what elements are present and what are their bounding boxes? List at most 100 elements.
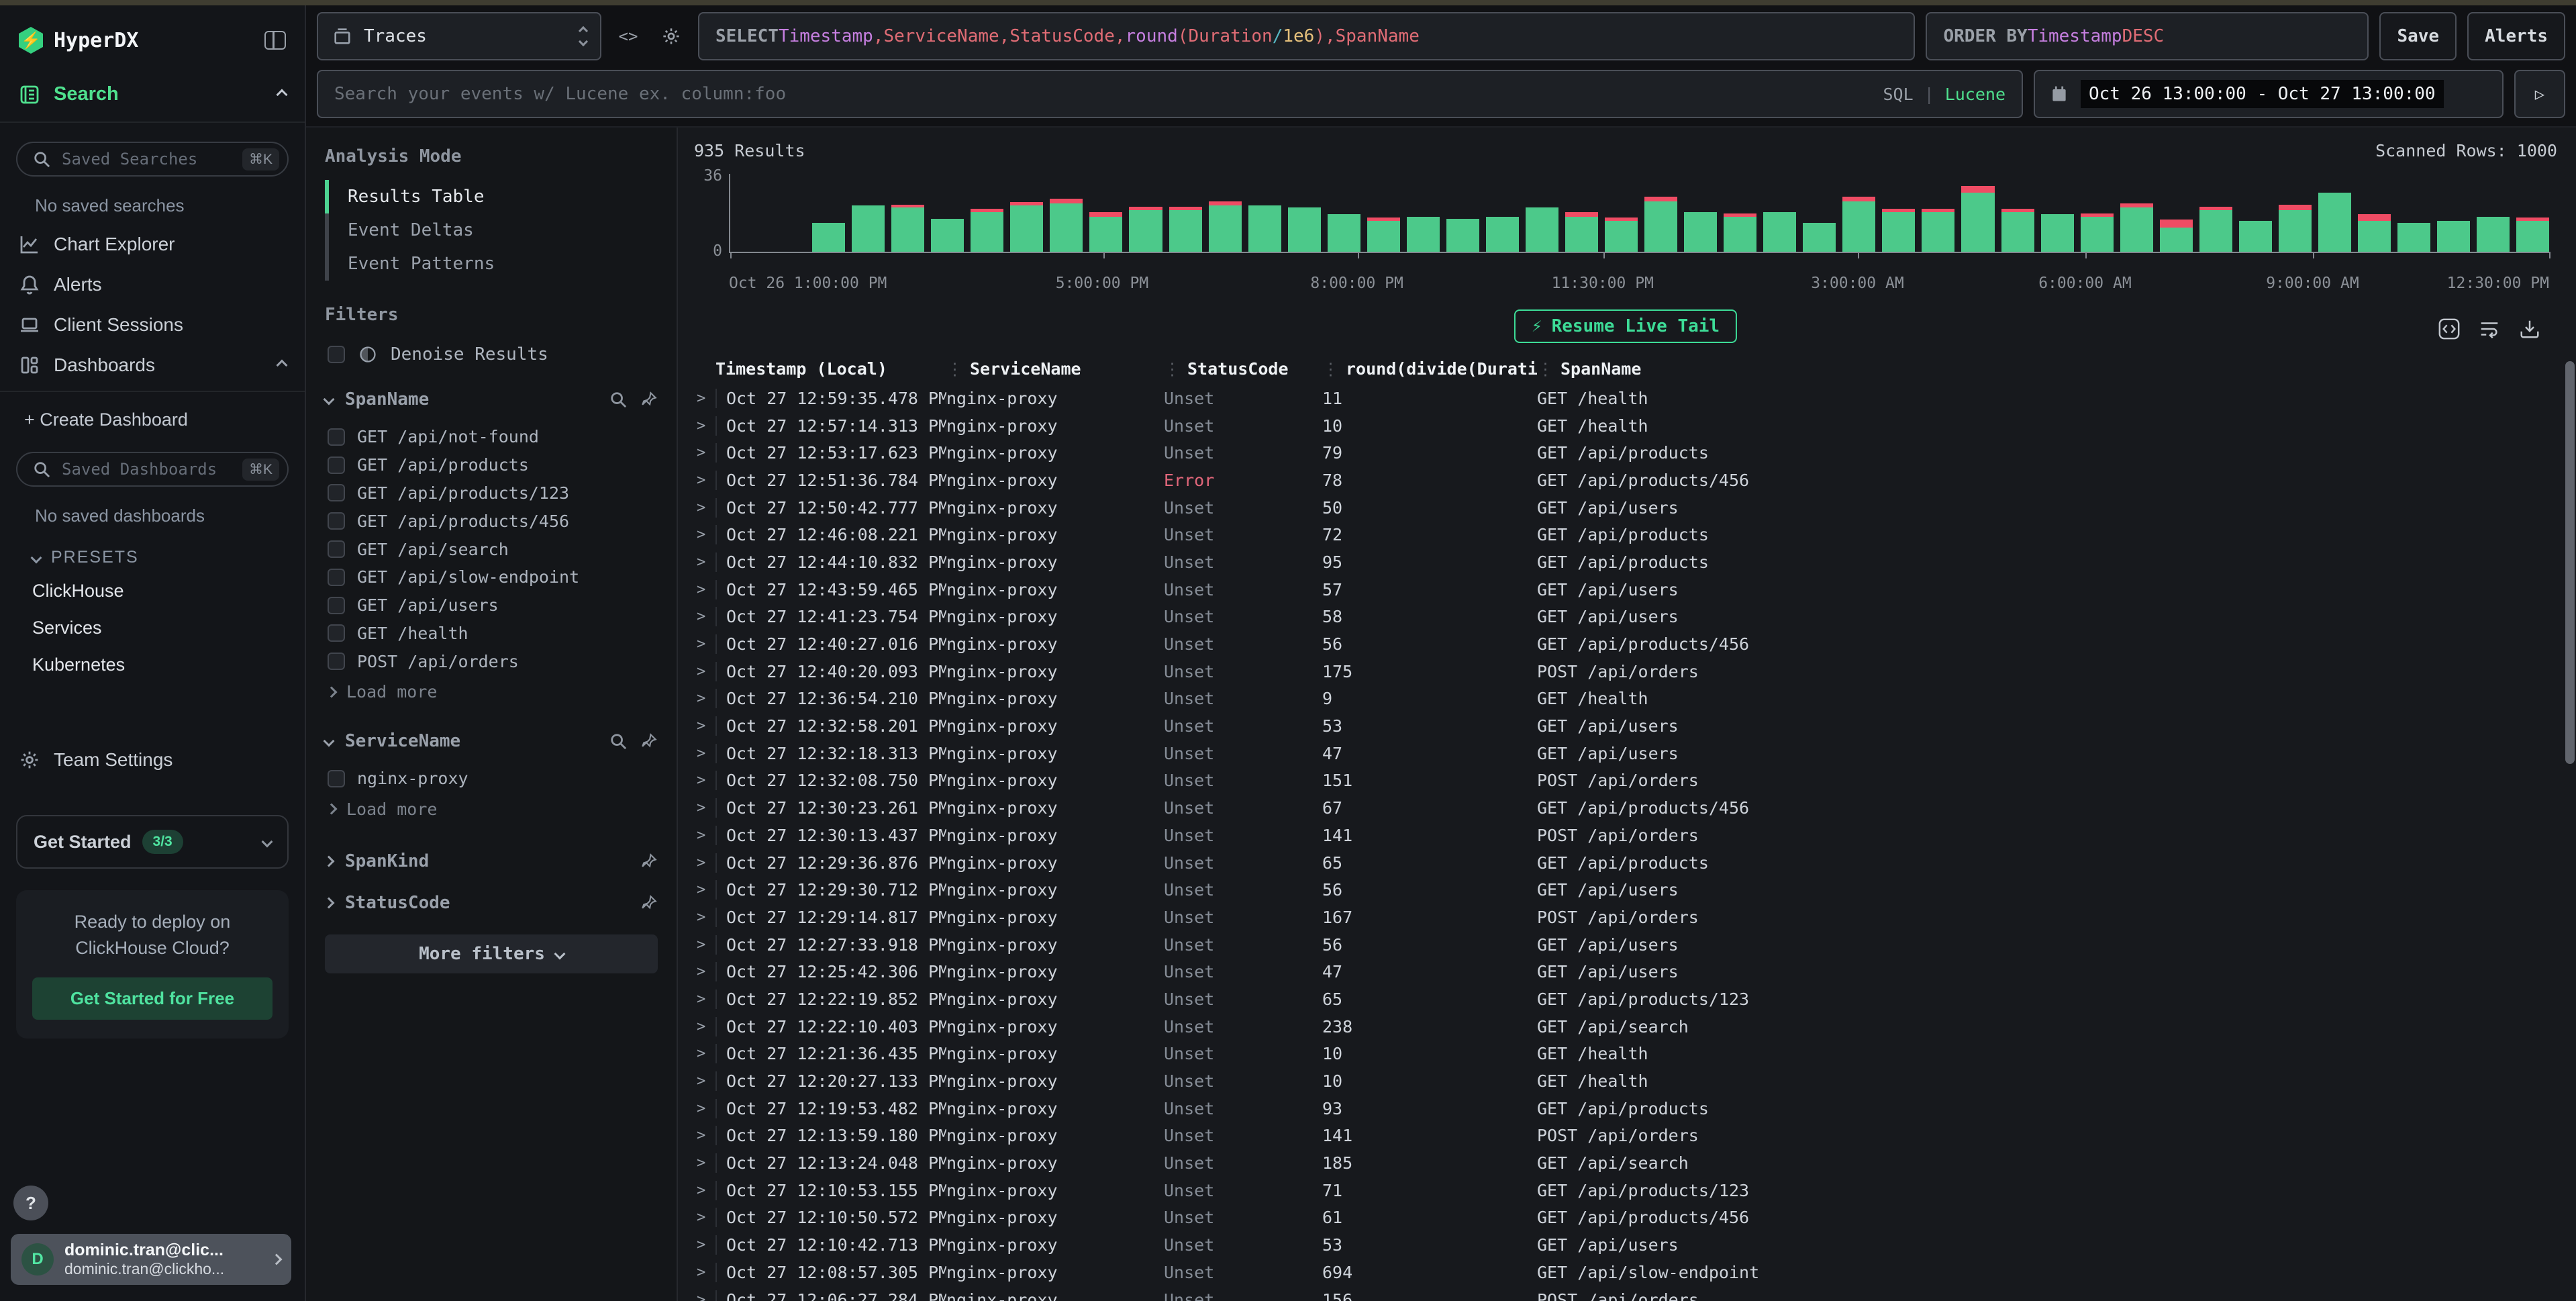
sidebar-item-search[interactable]: Search — [0, 73, 305, 123]
histogram-bar[interactable] — [2437, 221, 2470, 252]
histogram-bar[interactable] — [1961, 186, 1994, 252]
checkbox[interactable] — [328, 346, 345, 363]
row-expand-chevron[interactable]: > — [694, 444, 715, 461]
table-row[interactable]: >Oct 27 12:32:58.201 PMnginx-proxyUnset5… — [694, 712, 2557, 740]
view-source-icon[interactable] — [2438, 318, 2461, 340]
table-row[interactable]: >Oct 27 12:32:18.313 PMnginx-proxyUnset4… — [694, 740, 2557, 767]
table-row[interactable]: >Oct 27 12:19:53.482 PMnginx-proxyUnset9… — [694, 1095, 2557, 1122]
table-row[interactable]: >Oct 27 12:40:20.093 PMnginx-proxyUnset1… — [694, 658, 2557, 685]
row-expand-chevron[interactable]: > — [694, 390, 715, 407]
filter-option[interactable]: GET /api/products — [325, 451, 658, 479]
column-header[interactable]: ⋮round(divide(Duration, — [1322, 359, 1537, 379]
histogram-bar[interactable] — [1010, 202, 1043, 252]
checkbox[interactable] — [328, 569, 345, 586]
table-row[interactable]: >Oct 27 12:13:24.048 PMnginx-proxyUnset1… — [694, 1149, 2557, 1177]
row-expand-chevron[interactable]: > — [694, 1100, 715, 1117]
row-expand-chevron[interactable]: > — [694, 963, 715, 980]
row-expand-chevron[interactable]: > — [694, 581, 715, 598]
table-row[interactable]: >Oct 27 12:27:33.918 PMnginx-proxyUnset5… — [694, 931, 2557, 959]
help-button[interactable]: ? — [13, 1186, 48, 1220]
alerts-button[interactable]: Alerts — [2467, 12, 2565, 60]
histogram-bar[interactable] — [1446, 219, 1479, 252]
row-expand-chevron[interactable]: > — [694, 827, 715, 844]
histogram-bar[interactable] — [1169, 207, 1202, 252]
filter-option[interactable]: GET /api/products/456 — [325, 507, 658, 535]
row-expand-chevron[interactable]: > — [694, 554, 715, 571]
row-expand-chevron[interactable]: > — [694, 472, 715, 489]
column-header[interactable]: Timestamp (Local) — [715, 359, 946, 379]
sidebar-item-preset[interactable]: Services — [0, 610, 305, 646]
histogram-bar[interactable] — [1803, 223, 1836, 252]
table-row[interactable]: >Oct 27 12:21:36.435 PMnginx-proxyUnset1… — [694, 1041, 2557, 1068]
row-expand-chevron[interactable]: > — [694, 718, 715, 734]
table-row[interactable]: >Oct 27 12:29:14.817 PMnginx-proxyUnset1… — [694, 904, 2557, 931]
denoise-results-toggle[interactable]: Denoise Results — [328, 344, 658, 365]
run-query-button[interactable]: ▷ — [2514, 70, 2565, 118]
presets-toggle[interactable]: PRESETS — [0, 534, 305, 573]
histogram-bar[interactable] — [1882, 209, 1915, 252]
table-row[interactable]: >Oct 27 12:30:23.261 PMnginx-proxyUnset6… — [694, 794, 2557, 822]
sidebar-collapse-icon[interactable] — [264, 31, 286, 50]
table-row[interactable]: >Oct 27 12:30:13.437 PMnginx-proxyUnset1… — [694, 822, 2557, 849]
search-input[interactable]: Search your events w/ Lucene ex. column:… — [317, 70, 2023, 118]
table-row[interactable]: >Oct 27 12:22:10.403 PMnginx-proxyUnset2… — [694, 1013, 2557, 1041]
date-range-picker[interactable]: Oct 26 13:00:00 - Oct 27 13:00:00 — [2034, 70, 2504, 118]
histogram-bar[interactable] — [1288, 207, 1321, 252]
row-expand-chevron[interactable]: > — [694, 1292, 715, 1301]
code-toggle-icon[interactable]: <> — [612, 20, 644, 52]
histogram-bar[interactable] — [2239, 221, 2272, 252]
get-started-free-button[interactable]: Get Started for Free — [32, 977, 273, 1020]
filter-option[interactable]: GET /api/users — [325, 591, 658, 620]
row-expand-chevron[interactable]: > — [694, 418, 715, 434]
filter-section-statuscode[interactable]: StatusCode — [325, 893, 658, 913]
sidebar-item-preset[interactable]: Kubernetes — [0, 646, 305, 683]
user-menu[interactable]: D dominic.tran@clic... dominic.tran@clic… — [11, 1234, 291, 1285]
histogram-bar[interactable] — [2397, 223, 2430, 252]
pin-icon[interactable] — [640, 894, 658, 912]
sidebar-item-chart-explorer[interactable]: Chart Explorer — [0, 224, 305, 264]
results-histogram[interactable]: 360 — [694, 174, 2549, 267]
row-expand-chevron[interactable]: > — [694, 1237, 715, 1253]
table-row[interactable]: >Oct 27 12:08:57.305 PMnginx-proxyUnset6… — [694, 1259, 2557, 1286]
table-row[interactable]: >Oct 27 12:25:42.306 PMnginx-proxyUnset4… — [694, 958, 2557, 985]
checkbox[interactable] — [328, 540, 345, 558]
analysis-mode-option[interactable]: Results Table — [325, 180, 658, 213]
table-row[interactable]: >Oct 27 12:43:59.465 PMnginx-proxyUnset5… — [694, 576, 2557, 604]
histogram-bar[interactable] — [931, 219, 964, 252]
filter-section-servicename[interactable]: ServiceName — [325, 731, 658, 751]
column-header[interactable]: ⋮SpanName — [1537, 359, 2557, 379]
get-started-toggle[interactable]: Get Started 3/3 — [16, 815, 289, 869]
row-expand-chevron[interactable]: > — [694, 800, 715, 816]
checkbox[interactable] — [328, 512, 345, 530]
filter-section-spanname[interactable]: SpanName — [325, 389, 658, 409]
create-dashboard-button[interactable]: + Create Dashboard — [0, 397, 305, 438]
table-row[interactable]: >Oct 27 12:06:27.284 PMnginx-proxyUnset1… — [694, 1286, 2557, 1301]
column-drag-handle[interactable]: ⋮ — [1537, 359, 1551, 379]
histogram-bar[interactable] — [891, 205, 924, 252]
checkbox[interactable] — [328, 770, 345, 787]
row-expand-chevron[interactable]: > — [694, 745, 715, 762]
histogram-bar[interactable] — [2160, 220, 2193, 252]
checkbox[interactable] — [328, 597, 345, 614]
histogram-bar[interactable] — [2199, 207, 2232, 252]
row-expand-chevron[interactable]: > — [694, 663, 715, 680]
table-row[interactable]: >Oct 27 12:22:19.852 PMnginx-proxyUnset6… — [694, 985, 2557, 1013]
histogram-bar[interactable] — [1922, 209, 1954, 252]
histogram-bar[interactable] — [1763, 212, 1796, 252]
more-filters-button[interactable]: More filters — [325, 934, 658, 973]
histogram-bar[interactable] — [1526, 207, 1558, 252]
gear-icon[interactable] — [655, 20, 687, 52]
table-row[interactable]: >Oct 27 12:32:08.750 PMnginx-proxyUnset1… — [694, 767, 2557, 795]
table-row[interactable]: >Oct 27 12:29:30.712 PMnginx-proxyUnset5… — [694, 876, 2557, 904]
row-expand-chevron[interactable]: > — [694, 881, 715, 898]
pin-icon[interactable] — [640, 391, 658, 408]
checkbox[interactable] — [328, 428, 345, 446]
histogram-bar[interactable] — [1328, 214, 1360, 252]
sidebar-item-alerts[interactable]: Alerts — [0, 264, 305, 305]
filter-search-icon[interactable] — [609, 732, 627, 750]
row-expand-chevron[interactable]: > — [694, 909, 715, 926]
table-row[interactable]: >Oct 27 12:59:35.478 PMnginx-proxyUnset1… — [694, 385, 2557, 412]
sidebar-item-preset[interactable]: ClickHouse — [0, 573, 305, 610]
table-row[interactable]: >Oct 27 12:57:14.313 PMnginx-proxyUnset1… — [694, 412, 2557, 440]
filter-option[interactable]: GET /api/slow-endpoint — [325, 563, 658, 591]
